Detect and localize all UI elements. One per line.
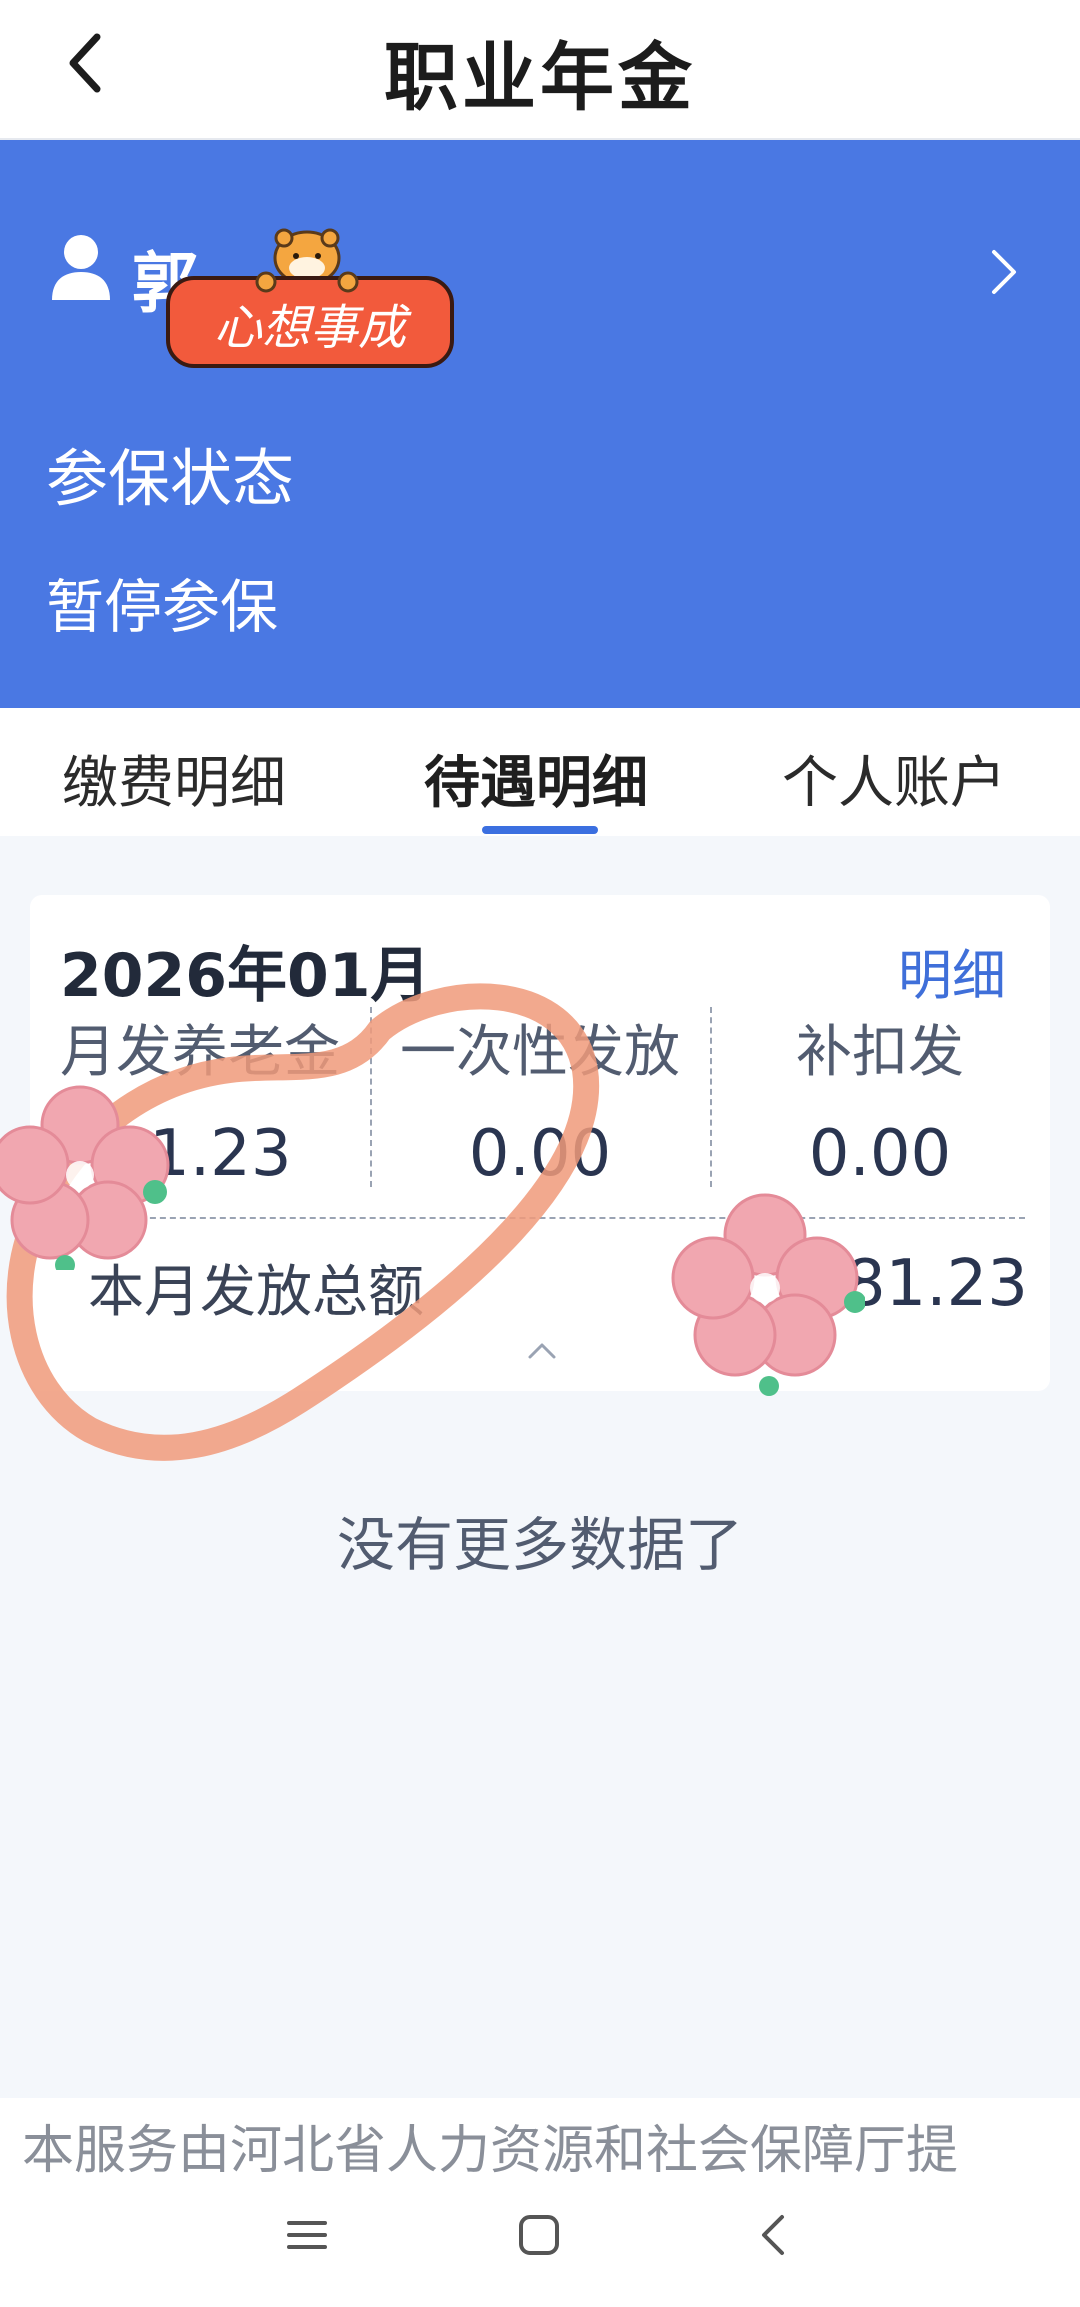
detail-link[interactable]: 明细 bbox=[898, 931, 1006, 1010]
top-bar: 职业年金 bbox=[0, 0, 1080, 140]
tab-personal-account[interactable]: 个人账户 bbox=[782, 738, 1006, 819]
footer: 本服务由河北省人力资源和社会保障厅提 bbox=[0, 2098, 1080, 2307]
insurance-status-value: 暂停参保 bbox=[46, 573, 279, 641]
profile-panel: 郭 心想事成 参保状态 暂停参保 bbox=[0, 140, 1080, 708]
no-more-data-text: 没有更多数据了 bbox=[336, 1511, 743, 1579]
active-tab-indicator bbox=[482, 826, 598, 834]
monthly-total-value: 81.23 bbox=[844, 1247, 1028, 1321]
service-provider-text: 本服务由河北省人力资源和社会保障厅提 bbox=[22, 2121, 959, 2178]
sticker-text: 心想事成 bbox=[213, 300, 406, 356]
home-nav-button[interactable] bbox=[494, 2190, 584, 2280]
chevron-right-icon bbox=[992, 250, 1016, 294]
home-square-icon bbox=[519, 2215, 559, 2255]
tab-payment-details[interactable]: 缴费明细 bbox=[62, 738, 286, 819]
menu-nav-button[interactable] bbox=[262, 2190, 352, 2280]
back-nav-button[interactable] bbox=[728, 2190, 818, 2280]
supplementary-value: 0.00 bbox=[808, 1117, 952, 1191]
supplementary-label: 补扣发 bbox=[796, 1020, 964, 1085]
chevron-left-icon bbox=[762, 2215, 784, 2255]
profile-row[interactable]: 郭 心想事成 bbox=[0, 140, 1080, 400]
insurance-status-label: 参保状态 bbox=[46, 442, 295, 515]
user-icon bbox=[52, 235, 110, 300]
menu-icon bbox=[287, 2221, 327, 2249]
sticker-decoration: 心想事成 bbox=[162, 190, 458, 370]
page-title: 职业年金 bbox=[384, 35, 696, 121]
flower-icon bbox=[0, 1085, 170, 1270]
tab-bar: 缴费明细 待遇明细 个人账户 bbox=[0, 708, 1080, 836]
tab-benefit-details[interactable]: 待遇明细 bbox=[424, 738, 648, 819]
flower-icon bbox=[671, 1193, 865, 1396]
